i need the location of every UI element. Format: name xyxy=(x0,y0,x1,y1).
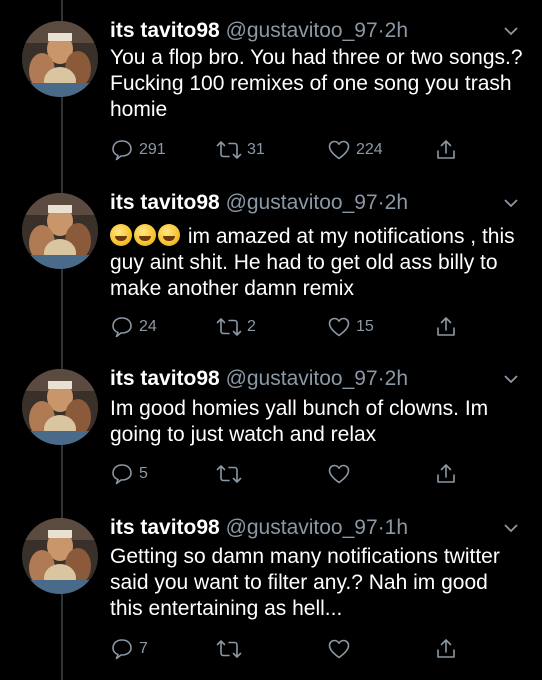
avatar-image xyxy=(22,193,98,269)
tweet-header: its tavito98 @gustavitoo_97·1h xyxy=(110,515,408,541)
tweet-text: Getting so damn many notifications twitt… xyxy=(110,545,500,620)
separator: · xyxy=(377,516,385,539)
caret-down-icon[interactable] xyxy=(502,194,520,212)
avatar[interactable] xyxy=(22,369,98,445)
timestamp[interactable]: 1h xyxy=(385,516,408,539)
display-name[interactable]: its tavito98 xyxy=(110,516,220,539)
tweet-text: You a flop bro. You had three or two son… xyxy=(110,46,523,121)
avatar-image xyxy=(22,518,98,594)
laughing-emoji-icon xyxy=(110,224,132,246)
reply-count: 24 xyxy=(139,318,157,335)
retweet-icon xyxy=(216,640,242,658)
caret-down-icon[interactable] xyxy=(502,370,520,388)
tweet-actions: 5 xyxy=(110,462,455,488)
retweet-icon xyxy=(216,465,242,483)
separator: · xyxy=(377,191,385,214)
retweet-icon xyxy=(216,141,242,159)
reply-button[interactable]: 291 xyxy=(110,138,166,162)
share-icon xyxy=(437,140,455,159)
caret-down-icon[interactable] xyxy=(502,22,520,40)
like-button[interactable] xyxy=(327,637,356,661)
reply-icon xyxy=(112,317,132,338)
share-icon xyxy=(437,639,455,658)
reply-count: 291 xyxy=(139,141,166,158)
like-count: 224 xyxy=(356,141,383,158)
share-icon xyxy=(437,317,455,336)
like-button[interactable] xyxy=(327,462,356,486)
like-icon xyxy=(328,639,350,659)
reply-icon xyxy=(112,140,132,161)
like-icon xyxy=(328,317,350,337)
handle[interactable]: @gustavitoo_97 xyxy=(226,19,378,42)
tweet-text: im amazed at my notifications , this guy… xyxy=(110,224,525,302)
share-button[interactable] xyxy=(434,637,458,661)
tweet-text: Im good homies yall bunch of clowns. Im … xyxy=(110,397,489,446)
reply-button[interactable]: 7 xyxy=(110,637,148,661)
tweet-actions: 24 2 15 xyxy=(110,315,455,341)
reply-icon xyxy=(112,464,132,485)
reply-count: 5 xyxy=(139,465,148,482)
like-button[interactable]: 224 xyxy=(327,138,383,162)
separator: · xyxy=(377,367,385,390)
separator: · xyxy=(377,19,385,42)
laughing-emoji-icon xyxy=(158,224,180,246)
retweet-count: 2 xyxy=(247,318,256,335)
retweet-icon xyxy=(216,318,242,336)
avatar-image xyxy=(22,21,98,97)
retweet-button[interactable]: 31 xyxy=(216,138,265,162)
avatar[interactable] xyxy=(22,518,98,594)
tweet-header: its tavito98 @gustavitoo_97·2h xyxy=(110,366,408,392)
reply-button[interactable]: 24 xyxy=(110,315,157,339)
handle[interactable]: @gustavitoo_97 xyxy=(226,367,378,390)
display-name[interactable]: its tavito98 xyxy=(110,19,220,42)
tweet-header: its tavito98 @gustavitoo_97·2h xyxy=(110,18,408,44)
display-name[interactable]: its tavito98 xyxy=(110,367,220,390)
timestamp[interactable]: 2h xyxy=(385,191,408,214)
tweet-header: its tavito98 @gustavitoo_97·2h xyxy=(110,190,408,216)
like-button[interactable]: 15 xyxy=(327,315,374,339)
caret-down-icon[interactable] xyxy=(502,519,520,537)
avatar-image xyxy=(22,369,98,445)
handle[interactable]: @gustavitoo_97 xyxy=(226,191,378,214)
share-button[interactable] xyxy=(434,138,458,162)
share-button[interactable] xyxy=(434,462,458,486)
retweet-button[interactable]: 2 xyxy=(216,315,256,339)
laughing-emoji-icon xyxy=(134,224,156,246)
tweet-actions: 7 xyxy=(110,637,455,663)
share-icon xyxy=(437,464,455,483)
retweet-count: 31 xyxy=(247,141,265,158)
reply-button[interactable]: 5 xyxy=(110,462,148,486)
tweet-actions: 291 31 224 xyxy=(110,138,455,164)
display-name[interactable]: its tavito98 xyxy=(110,191,220,214)
like-count: 15 xyxy=(356,318,374,335)
retweet-button[interactable] xyxy=(216,637,247,661)
avatar[interactable] xyxy=(22,193,98,269)
handle[interactable]: @gustavitoo_97 xyxy=(226,516,378,539)
avatar[interactable] xyxy=(22,21,98,97)
share-button[interactable] xyxy=(434,315,458,339)
timestamp[interactable]: 2h xyxy=(385,19,408,42)
timestamp[interactable]: 2h xyxy=(385,367,408,390)
like-icon xyxy=(328,464,350,484)
reply-icon xyxy=(112,639,132,660)
retweet-button[interactable] xyxy=(216,462,247,486)
reply-count: 7 xyxy=(139,640,148,657)
like-icon xyxy=(328,140,350,160)
